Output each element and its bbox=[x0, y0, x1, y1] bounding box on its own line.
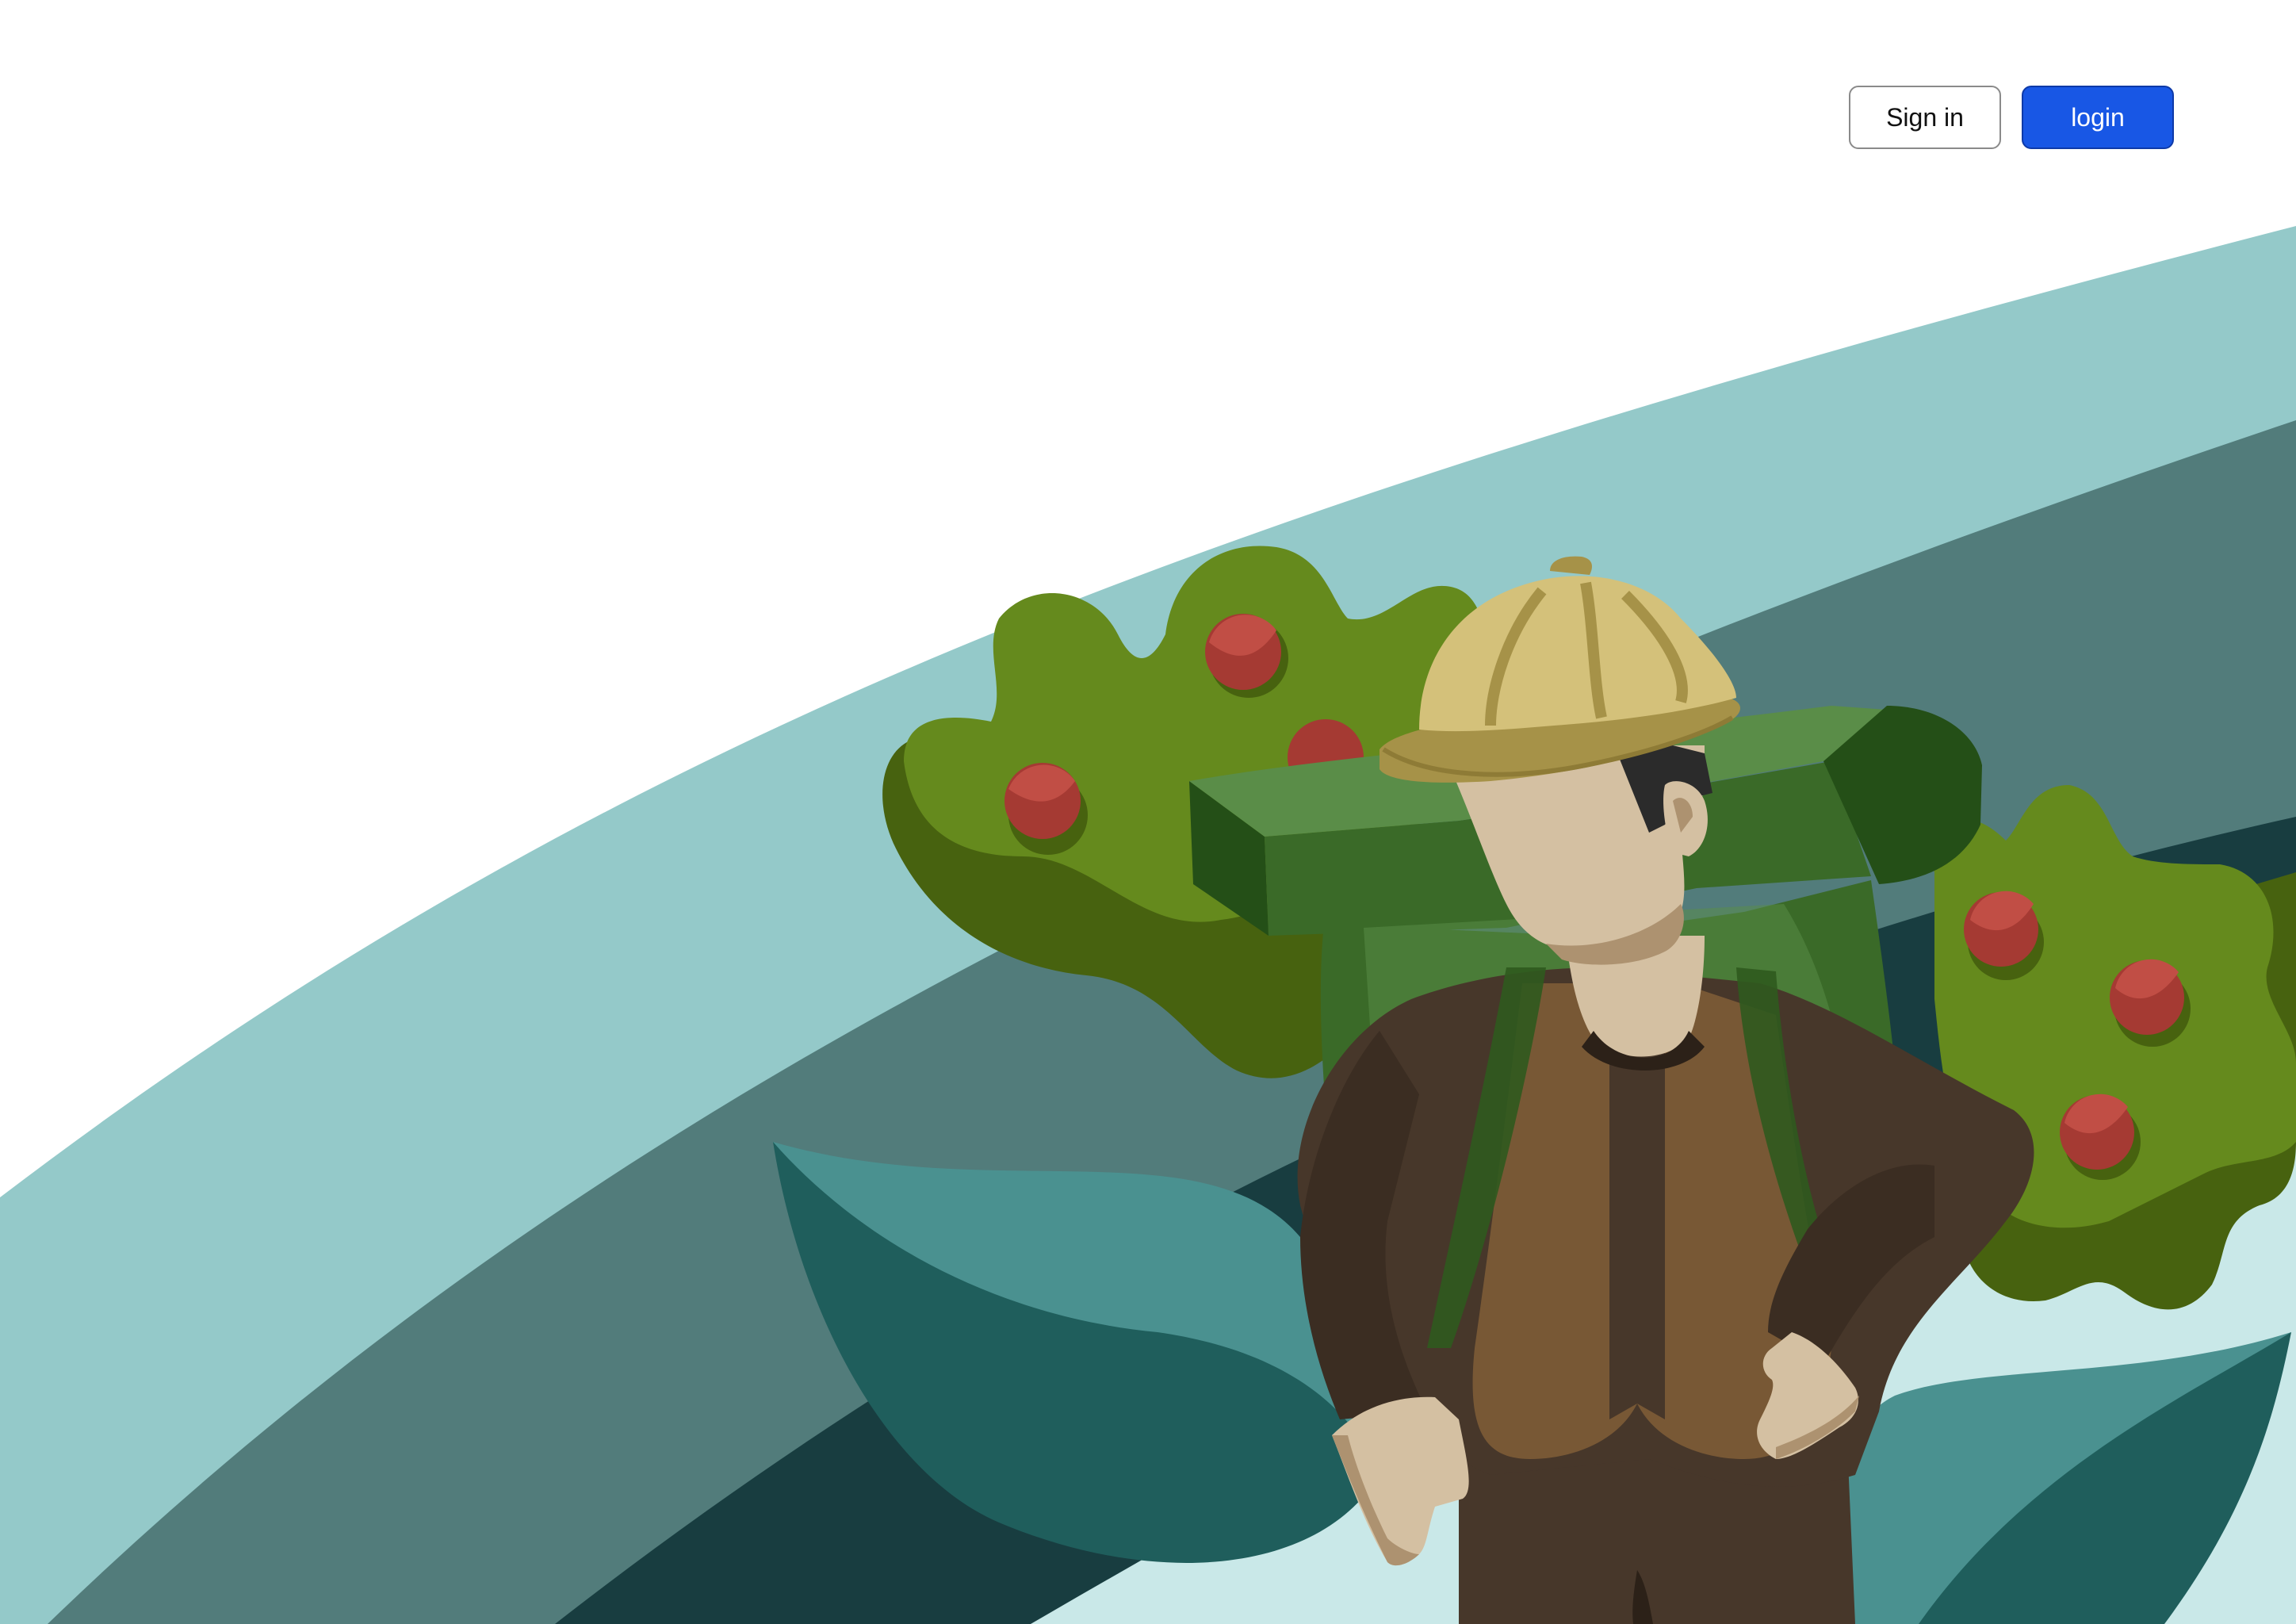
header-actions: Sign in login bbox=[1849, 86, 2174, 149]
hero-illustration bbox=[0, 226, 2296, 1624]
sign-in-button[interactable]: Sign in bbox=[1849, 86, 2001, 149]
login-button[interactable]: login bbox=[2022, 86, 2174, 149]
landing-page: Sign in login bbox=[0, 0, 2296, 1624]
